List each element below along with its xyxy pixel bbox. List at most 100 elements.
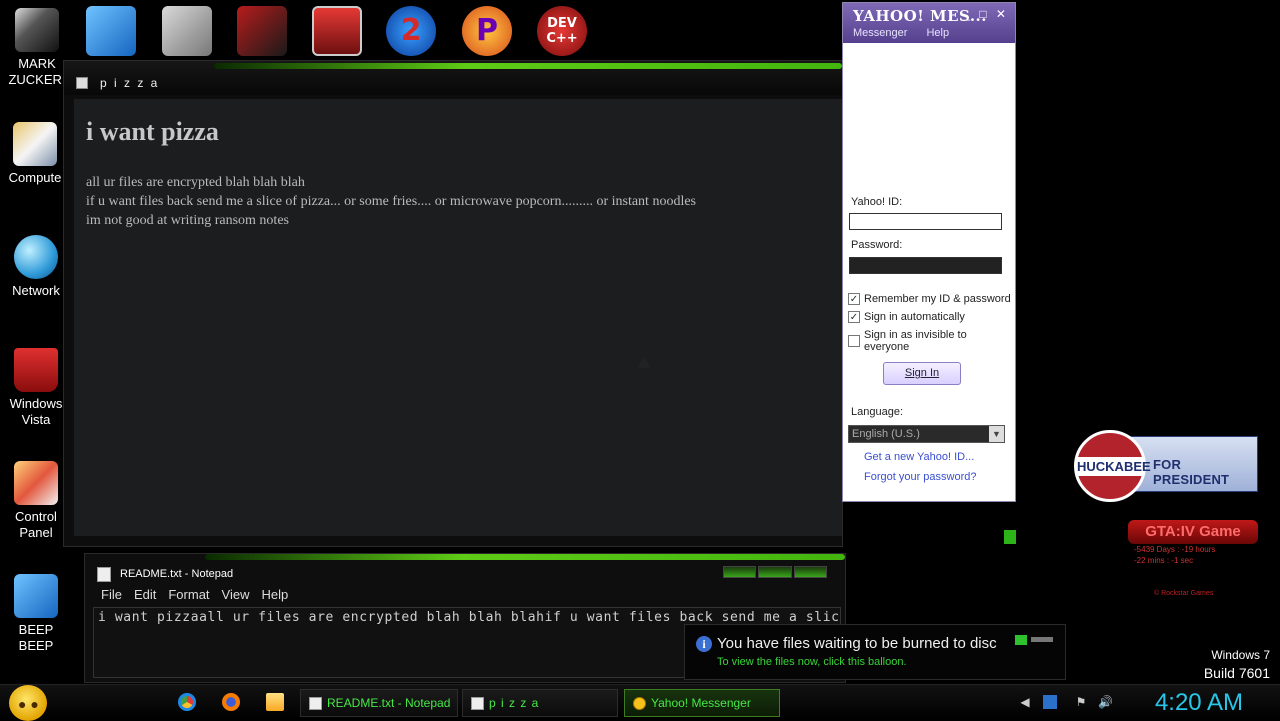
network-globe-icon — [14, 235, 58, 279]
minimize-button[interactable] — [723, 566, 757, 578]
dev-cpp-icon[interactable]: DEV C++ — [537, 6, 587, 56]
blue-drive-icon[interactable] — [86, 6, 136, 56]
language-select[interactable]: English (U.S.) ▼ — [848, 425, 1005, 443]
yahoo-window-controls[interactable]: _ □ ✕ — [963, 7, 1009, 21]
menu-edit[interactable]: Edit — [128, 587, 162, 607]
maximize-button[interactable] — [758, 566, 792, 578]
firefox-icon[interactable] — [222, 693, 240, 711]
documents-icon[interactable] — [162, 6, 212, 56]
tray-burn-icon[interactable] — [1043, 695, 1057, 709]
os-build: Build 7601 — [1203, 665, 1270, 681]
control-panel-icon — [14, 461, 58, 505]
user-folder-icon — [15, 8, 59, 52]
tray-arrow-icon[interactable]: ◀ — [1018, 695, 1032, 709]
notepad-icon — [97, 567, 111, 582]
language-label: Language: — [851, 406, 903, 418]
smiley-icon: ● ● — [18, 696, 39, 712]
star-wars-icon[interactable] — [237, 6, 287, 56]
taskbar-yahoo[interactable]: Yahoo! Messenger — [624, 689, 780, 717]
titlebar-accent — [205, 554, 845, 560]
balloon-green-icon — [1015, 635, 1027, 645]
ransom-line-2: if u want files back send me a slice of … — [86, 194, 696, 209]
window-icon — [471, 697, 484, 710]
new-id-link[interactable]: Get a new Yahoo! ID... — [864, 451, 974, 463]
yahoo-titlebar[interactable]: YAHOO! MES... _ □ ✕ Messenger Help — [843, 3, 1015, 43]
invisible-checkbox[interactable]: Sign in as invisible to everyone — [848, 329, 1015, 353]
gta-countdown-widget: GTA:IV Game -5439 Days : -19 hours -22 m… — [1128, 520, 1258, 597]
computer-icon — [13, 122, 57, 166]
desktop-icon-control-panel[interactable]: Control Panel — [1, 461, 71, 541]
info-icon: i — [696, 636, 712, 652]
gta-mins: -22 mins : -1 sec — [1134, 556, 1194, 565]
yahoo-smiley-icon — [633, 697, 646, 710]
gta-days: -5439 Days : -19 hours — [1134, 545, 1216, 554]
forgot-password-link[interactable]: Forgot your password? — [864, 471, 977, 483]
desktop-icon-beep[interactable]: BEEP BEEP — [1, 574, 71, 654]
taskbar: ● ● README.txt - Notepad p i z z a Yahoo… — [0, 684, 1280, 721]
gta-footer: © Rockstar Games — [1154, 590, 1214, 597]
p-game-icon[interactable]: P — [462, 6, 512, 56]
start-button[interactable]: ● ● — [9, 685, 47, 721]
yahoo-menubar: Messenger Help — [853, 27, 965, 39]
burn-files-balloon[interactable]: i You have files waiting to be burned to… — [684, 624, 1066, 680]
notepad-icon — [309, 697, 322, 710]
menu-format[interactable]: Format — [162, 587, 215, 607]
taskbar-pizza[interactable]: p i z z a — [462, 689, 618, 717]
titlebar-accent — [214, 63, 842, 69]
remember-label: Remember my ID & password — [864, 293, 1011, 305]
language-value: English (U.S.) — [852, 428, 920, 440]
desktop-icon-label: Compute — [8, 170, 62, 185]
yahoo-id-label: Yahoo! ID: — [851, 196, 903, 208]
huckabee-seal-text: HUCKABEE — [1077, 456, 1151, 476]
taskbar-notepad[interactable]: README.txt - Notepad — [300, 689, 458, 717]
windows-build-watermark: Windows 7 Build 7601 — [1204, 646, 1270, 682]
chevron-down-icon: ▼ — [989, 426, 1004, 442]
window-icon — [76, 77, 88, 89]
minecraft-block-icon[interactable] — [312, 6, 362, 56]
resize-grip-icon[interactable] — [1004, 530, 1016, 544]
yahoo-id-input[interactable] — [849, 213, 1002, 230]
desktop-icon-mark[interactable]: MARK ZUCKER. — [2, 8, 72, 88]
portal-2-icon[interactable]: 2 — [386, 6, 436, 56]
checkbox-checked-icon: ✓ — [848, 293, 860, 305]
pizza-window[interactable]: p i z z a i want pizza all ur files are … — [63, 60, 1016, 547]
taskbar-notepad-label: README.txt - Notepad — [327, 696, 451, 710]
ransom-line-3: im not good at writing ransom notes — [86, 213, 289, 228]
remember-checkbox[interactable]: ✓ Remember my ID & password — [848, 293, 1011, 305]
sign-in-button[interactable]: Sign In — [883, 362, 961, 385]
menu-help[interactable]: Help — [926, 27, 949, 39]
auto-signin-checkbox[interactable]: ✓ Sign in automatically — [848, 311, 965, 323]
taskbar-clock[interactable]: 4:20 AM — [1155, 689, 1243, 717]
menu-file[interactable]: File — [95, 587, 128, 607]
menu-help[interactable]: Help — [255, 587, 294, 607]
menu-view[interactable]: View — [216, 587, 256, 607]
auto-signin-label: Sign in automatically — [864, 311, 965, 323]
huckabee-widget: FOR PRESIDENT HUCKABEE — [1074, 430, 1258, 502]
menu-messenger[interactable]: Messenger — [853, 27, 907, 39]
notepad-title: README.txt - Notepad — [120, 568, 234, 580]
taskbar-pizza-label: p i z z a — [489, 696, 540, 710]
balloon-subtitle: To view the files now, click this balloo… — [717, 656, 907, 668]
os-name: Windows 7 — [1211, 648, 1270, 662]
tray-volume-icon[interactable]: 🔊 — [1098, 695, 1113, 709]
password-label: Password: — [851, 239, 903, 251]
balloon-close-button[interactable] — [1031, 637, 1053, 642]
chrome-icon[interactable] — [178, 693, 196, 711]
balloon-title: You have files waiting to be burned to d… — [717, 635, 997, 652]
pizza-titlebar[interactable]: p i z z a — [64, 61, 842, 95]
desktop-icon-computer[interactable]: Compute — [0, 122, 70, 186]
yahoo-messenger-window[interactable]: YAHOO! MES... _ □ ✕ Messenger Help Yahoo… — [842, 2, 1016, 502]
huckabee-band-text: FOR PRESIDENT — [1153, 457, 1230, 487]
desktop-icon-recycle[interactable]: Windows Vista — [1, 348, 71, 428]
folder-icon[interactable] — [266, 693, 284, 711]
desktop-icon-network[interactable]: Network — [1, 235, 71, 299]
tray-action-center-icon[interactable]: ⚑ — [1074, 695, 1088, 709]
pizza-heading: i want pizza — [86, 117, 219, 146]
pizza-title: p i z z a — [100, 76, 160, 90]
close-button[interactable] — [793, 566, 827, 578]
desktop-icon-label: BEEP BEEP — [18, 622, 54, 653]
password-input[interactable] — [849, 257, 1002, 274]
pizza-content: i want pizza all ur files are encrypted … — [74, 99, 842, 536]
checkbox-checked-icon: ✓ — [848, 311, 860, 323]
blue-drive-icon — [14, 574, 58, 618]
